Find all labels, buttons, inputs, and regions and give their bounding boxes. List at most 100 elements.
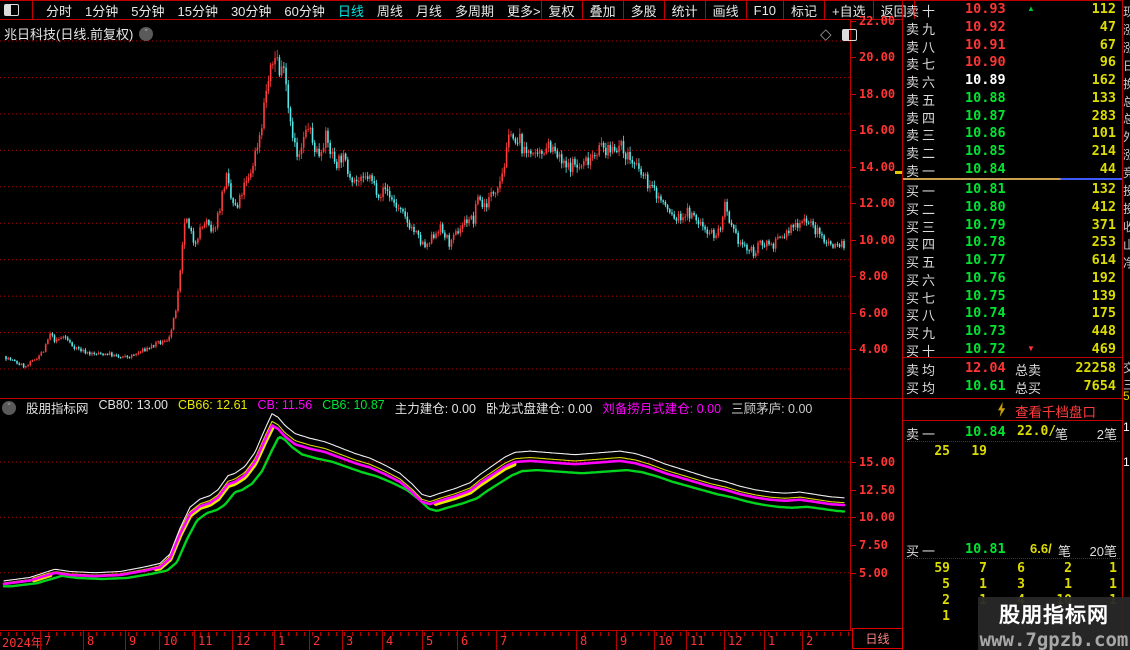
chevron-down-icon[interactable]: ˇ xyxy=(2,401,16,415)
book-price: 10.76 xyxy=(965,270,1027,286)
book-row-sell-2[interactable]: 卖二10.85214 xyxy=(903,143,1122,160)
book-volume: 283 xyxy=(1092,108,1116,124)
book-row-sell-7[interactable]: 卖七10.9096 xyxy=(903,54,1122,71)
clipped-char: 外 xyxy=(1123,128,1130,145)
book-label: 卖七 xyxy=(906,54,938,73)
menu-item-5分钟[interactable]: 5分钟 xyxy=(131,1,164,20)
book-row-sell-3[interactable]: 卖三10.86101 xyxy=(903,125,1122,142)
menu-item-多股[interactable]: 多股 xyxy=(623,1,664,19)
panel-toggle-icon[interactable] xyxy=(842,28,857,46)
menu-item-周线[interactable]: 周线 xyxy=(377,1,403,20)
book-row-sell-9[interactable]: 卖九10.9247 xyxy=(903,19,1122,36)
month-tick xyxy=(274,631,275,650)
watermark: 股朋指标网 www.7gpzb.com xyxy=(978,597,1130,650)
axis-label: 16.00 xyxy=(859,123,895,137)
book-price: 10.85 xyxy=(965,143,1027,159)
divider xyxy=(32,1,33,19)
clipped-char: 收 xyxy=(1123,218,1130,235)
book-row-sell-4[interactable]: 卖四10.87283 xyxy=(903,108,1122,125)
book-row-sell-6[interactable]: 卖六10.89162 xyxy=(903,72,1122,89)
indicator-value: CB80: 13.00 xyxy=(99,398,169,417)
sell1-stat-row[interactable]: 卖一10.8422.0/笔2笔 xyxy=(903,424,1122,441)
dotted-separator xyxy=(905,558,1120,559)
book-row-sell-10[interactable]: 卖十10.93▲112 xyxy=(903,1,1122,18)
book-price: 10.75 xyxy=(965,288,1027,304)
avg-label: 卖均 xyxy=(906,360,938,379)
book-row-buy-5[interactable]: 买五10.77614 xyxy=(903,252,1122,269)
book-row-buy-2[interactable]: 买二10.80412 xyxy=(903,199,1122,216)
book-row-buy-3[interactable]: 买三10.79371 xyxy=(903,217,1122,234)
book-row-buy-7[interactable]: 买七10.75139 xyxy=(903,288,1122,305)
book-price: 10.80 xyxy=(965,199,1027,215)
menu-item-60分钟[interactable]: 60分钟 xyxy=(284,1,324,20)
month-label: 2024年 xyxy=(2,634,43,650)
axis-label: 4.00 xyxy=(859,342,888,356)
level2-button[interactable]: 查看千档盘口 xyxy=(903,401,1122,418)
book-row-sell-8[interactable]: 卖八10.9167 xyxy=(903,37,1122,54)
book-row-buy-1[interactable]: 买一10.81132 xyxy=(903,181,1122,198)
menu-item-月线[interactable]: 月线 xyxy=(416,1,442,20)
queue-cell: 1 xyxy=(950,577,987,592)
watermark-url: www.7gpzb.com xyxy=(978,629,1130,650)
book-row-buy-8[interactable]: 买八10.74175 xyxy=(903,305,1122,322)
book-volume: 192 xyxy=(1092,270,1116,286)
queue-cell: 1 xyxy=(1072,577,1117,592)
indicator-value: 卧龙式盘建仓: 0.00 xyxy=(486,398,592,417)
book-row-buy-4[interactable]: 买四10.78253 xyxy=(903,234,1122,251)
indicator-values: 股朋指标网CB80: 13.00CB66: 12.61CB: 11.56CB6:… xyxy=(26,398,812,417)
buy1-stat-row[interactable]: 买一10.816.6/笔20笔 xyxy=(903,541,1122,558)
queue-row: 51311 xyxy=(903,577,1122,594)
menu-item-统计[interactable]: 统计 xyxy=(664,1,705,19)
menu-item-F10[interactable]: F10 xyxy=(746,1,783,19)
book-label: 买八 xyxy=(906,305,938,324)
menu-item-日线[interactable]: 日线 xyxy=(338,1,364,20)
chart-title: 兆日科技(日线.前复权) xyxy=(4,24,133,43)
menu-item-分时[interactable]: 分时 xyxy=(46,1,72,20)
axis-label: 18.00 xyxy=(859,87,895,101)
menu-item-多周期[interactable]: 多周期 xyxy=(455,1,494,20)
total-value: 7654 xyxy=(1083,378,1116,394)
book-volume: 112 xyxy=(1092,1,1116,17)
axis-label: 10.00 xyxy=(859,233,895,247)
book-price: 10.74 xyxy=(965,305,1027,321)
month-label: 2 xyxy=(806,634,813,648)
month-tick xyxy=(40,631,41,650)
time-axis[interactable]: 2024年78910111212345678910111212 xyxy=(0,630,852,650)
chevron-down-icon[interactable]: ˇ xyxy=(139,27,153,41)
period-button[interactable]: 日线 xyxy=(852,628,903,649)
frame-line xyxy=(850,20,851,630)
menu-item-1分钟[interactable]: 1分钟 xyxy=(85,1,118,20)
clipped-char: 交 xyxy=(1123,359,1130,376)
month-tick xyxy=(576,631,577,650)
month-label: 1 xyxy=(278,634,285,648)
menu-item-画线[interactable]: 画线 xyxy=(705,1,746,19)
top-menu-bar: 分时 1分钟 5分钟 15分钟 30分钟 60分钟日线周线月线多周期更多> 复权叠加多股统… xyxy=(0,0,902,20)
book-row-buy-9[interactable]: 买九10.73448 xyxy=(903,323,1122,340)
menu-item-标记[interactable]: 标记 xyxy=(783,1,824,19)
book-row-buy-10[interactable]: 买十10.72▼469 xyxy=(903,341,1122,358)
month-label: 2 xyxy=(313,634,320,648)
book-row-sell-5[interactable]: 卖五10.88133 xyxy=(903,90,1122,107)
clipped-char: 涨 xyxy=(1123,146,1130,163)
watermark-title: 股朋指标网 xyxy=(978,599,1130,629)
month-tick xyxy=(422,631,423,650)
book-row-sell-1[interactable]: 卖一10.8444 xyxy=(903,161,1122,178)
indicator-value: 股朋指标网 xyxy=(26,398,89,417)
menu-item-叠加[interactable]: 叠加 xyxy=(582,1,623,19)
month-label: 10 xyxy=(658,634,672,648)
indicator-value: CB6: 10.87 xyxy=(322,398,385,417)
book-volume: 139 xyxy=(1092,288,1116,304)
menu-item-复权[interactable]: 复权 xyxy=(541,1,582,19)
diamond-icon[interactable]: ◇ xyxy=(820,25,832,43)
layout-icon[interactable] xyxy=(4,4,19,16)
menu-item-30分钟[interactable]: 30分钟 xyxy=(231,1,271,20)
book-label: 卖四 xyxy=(906,108,938,127)
menu-item-更多>[interactable]: 更多> xyxy=(507,1,541,20)
axis-label: 6.00 xyxy=(859,306,888,320)
queue-cell: 3 xyxy=(987,577,1025,592)
book-row-buy-6[interactable]: 买六 10.76 192 xyxy=(903,270,1122,287)
book-label: 买六 xyxy=(906,270,938,289)
book-price: 10.72 xyxy=(965,341,1027,357)
menu-item-15分钟[interactable]: 15分钟 xyxy=(177,1,217,20)
month-label: 9 xyxy=(129,634,136,648)
